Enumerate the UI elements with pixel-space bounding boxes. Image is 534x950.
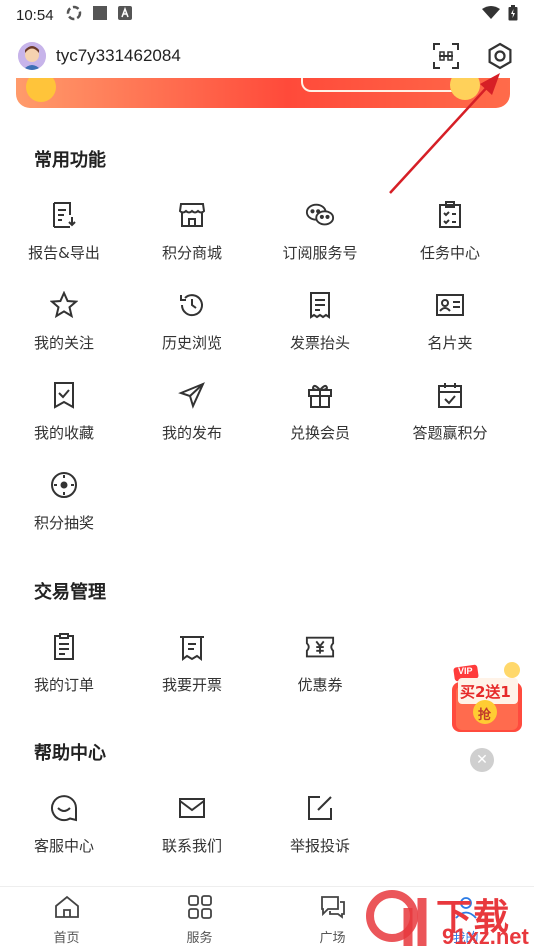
notification-a-icon (117, 6, 132, 24)
battery-icon (508, 5, 518, 25)
feature-label: 联系我们 (161, 837, 222, 855)
feature-label: 我的发布 (161, 424, 222, 442)
feature-label: 答题赢积分 (412, 424, 488, 442)
feature-label: 历史浏览 (161, 334, 222, 352)
promo-close-button[interactable]: ✕ (470, 748, 494, 772)
feature-label: 订阅服务号 (282, 244, 358, 262)
promo-cta: 抢 (478, 708, 492, 723)
promo-vip: VIP (458, 666, 473, 676)
gift-icon (305, 380, 335, 410)
feature-my-orders[interactable]: 我的订单 (0, 622, 128, 702)
scan-icon[interactable] (430, 40, 462, 72)
site-watermark: 下载站 91xz.net (364, 888, 534, 950)
sync-icon (66, 5, 82, 25)
feature-label: 积分抽奖 (33, 514, 94, 532)
square-icon (92, 5, 108, 25)
nav-label: 服务 (186, 931, 213, 946)
status-bar: 10:54 (0, 0, 534, 30)
feature-my-posts[interactable]: 我的发布 (128, 370, 256, 450)
feature-invoice-title[interactable]: 发票抬头 (256, 280, 384, 360)
feature-label: 优惠券 (297, 676, 343, 694)
feature-coupons[interactable]: 优惠券 (256, 622, 384, 702)
feature-issue-invoice[interactable]: 我要开票 (128, 622, 256, 702)
feature-redeem-vip[interactable]: 兑换会员 (256, 370, 384, 450)
section-title-help: 帮助中心 (34, 743, 106, 764)
floating-promo[interactable]: VIP 买2送1 抢 (448, 660, 524, 734)
feature-quiz-points[interactable]: 答题赢积分 (386, 370, 514, 450)
feature-label: 我的关注 (33, 334, 94, 352)
section-title-trade: 交易管理 (34, 582, 106, 603)
lottery-wheel-icon (49, 470, 79, 500)
feature-label: 发票抬头 (289, 334, 350, 352)
task-clipboard-icon (435, 200, 465, 230)
feature-report-export[interactable]: 报告&导出 (0, 190, 128, 270)
chat-bubble-icon (320, 895, 346, 923)
coin-decoration-right (450, 78, 480, 100)
feature-points-store[interactable]: 积分商城 (128, 190, 256, 270)
coupon-icon (305, 632, 335, 662)
promo-banner[interactable] (16, 78, 510, 108)
banner-pill (301, 78, 461, 92)
business-card-icon (435, 290, 465, 320)
feature-label: 积分商城 (161, 244, 222, 262)
report-export-icon (49, 200, 79, 230)
feature-label: 我要开票 (161, 676, 222, 694)
feature-my-follows[interactable]: 我的关注 (0, 280, 128, 360)
feature-label: 举报投诉 (289, 837, 350, 855)
send-plane-icon (177, 380, 207, 410)
home-icon (54, 895, 80, 923)
invoice-icon (177, 632, 207, 662)
report-edit-icon (305, 793, 335, 823)
avatar[interactable] (18, 42, 46, 70)
mail-icon (177, 793, 207, 823)
history-clock-icon (177, 290, 207, 320)
invoice-title-icon (305, 290, 335, 320)
feature-label: 名片夹 (427, 334, 473, 352)
nav-item-services[interactable]: 服务 (133, 887, 266, 950)
nav-label: 首页 (53, 931, 80, 946)
status-time: 10:54 (16, 6, 54, 24)
feature-card-holder[interactable]: 名片夹 (386, 280, 514, 360)
feature-contact-us[interactable]: 联系我们 (128, 783, 256, 863)
feature-label: 报告&导出 (28, 244, 100, 262)
nav-label: 广场 (319, 931, 346, 946)
username[interactable]: tyc7y331462084 (56, 46, 181, 66)
feature-label: 我的订单 (33, 676, 94, 694)
watermark-site: 91xz.net (442, 924, 529, 949)
profile-header: tyc7y331462084 (0, 34, 534, 78)
calendar-check-icon (435, 380, 465, 410)
grid-icon (187, 895, 213, 923)
section-title-common: 常用功能 (34, 150, 106, 171)
bookmark-check-icon (49, 380, 79, 410)
feature-points-lottery[interactable]: 积分抽奖 (0, 460, 128, 540)
wechat-icon (305, 200, 335, 230)
nav-item-home[interactable]: 首页 (0, 887, 133, 950)
star-icon (49, 290, 79, 320)
customer-service-icon (49, 793, 79, 823)
feature-label: 客服中心 (33, 837, 94, 855)
feature-task-center[interactable]: 任务中心 (386, 190, 514, 270)
coin-decoration (26, 78, 56, 102)
feature-history[interactable]: 历史浏览 (128, 280, 256, 360)
feature-label: 兑换会员 (289, 424, 350, 442)
close-icon: ✕ (476, 752, 488, 768)
promo-text: 买2送1 (460, 683, 511, 701)
feature-customer-service[interactable]: 客服中心 (0, 783, 128, 863)
wifi-icon (482, 6, 500, 24)
feature-report-complaint[interactable]: 举报投诉 (256, 783, 384, 863)
feature-favorites[interactable]: 我的收藏 (0, 370, 128, 450)
feature-subscribe-account[interactable]: 订阅服务号 (256, 190, 384, 270)
order-list-icon (49, 632, 79, 662)
feature-label: 任务中心 (419, 244, 480, 262)
store-icon (177, 200, 207, 230)
feature-label: 我的收藏 (33, 424, 94, 442)
settings-icon[interactable] (484, 40, 516, 72)
